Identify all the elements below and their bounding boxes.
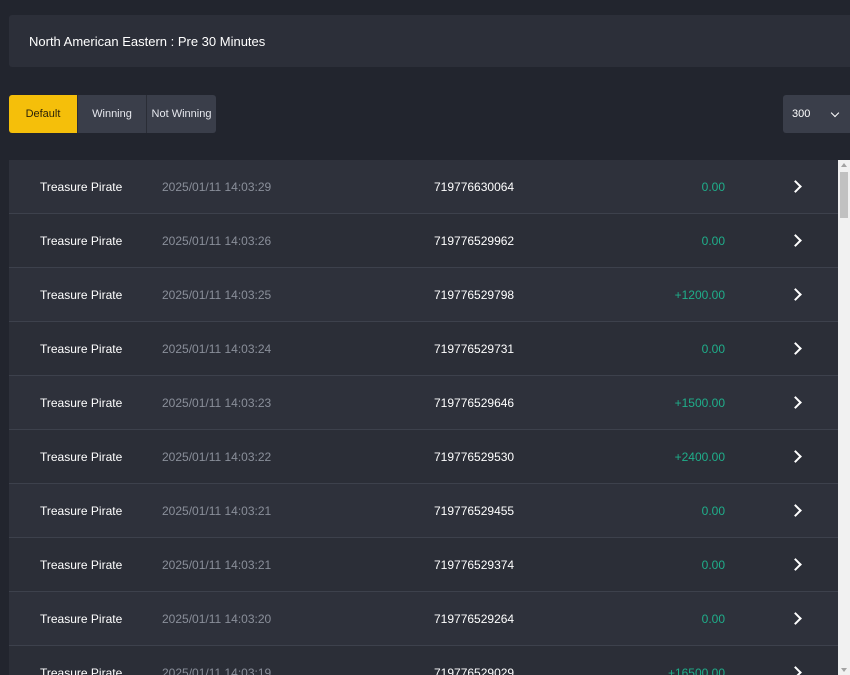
table-row[interactable]: Treasure Pirate 2025/01/11 14:03:19 7197… bbox=[9, 646, 838, 675]
win-amount: 0.00 bbox=[701, 557, 725, 572]
timestamp: 2025/01/11 14:03:24 bbox=[162, 341, 272, 356]
win-amount: +1200.00 bbox=[674, 287, 725, 302]
table-row[interactable]: Treasure Pirate 2025/01/11 14:03:22 7197… bbox=[9, 430, 838, 484]
table-row[interactable]: Treasure Pirate 2025/01/11 14:03:20 7197… bbox=[9, 592, 838, 646]
win-amount: 0.00 bbox=[701, 611, 725, 626]
chevron-right-icon[interactable] bbox=[789, 234, 802, 247]
table-row[interactable]: Treasure Pirate 2025/01/11 14:03:21 7197… bbox=[9, 538, 838, 592]
win-amount: 0.00 bbox=[701, 179, 725, 194]
chevron-right-icon[interactable] bbox=[789, 288, 802, 301]
record-id: 719776529798 bbox=[434, 287, 515, 302]
record-id: 719776529374 bbox=[434, 557, 515, 572]
record-id: 719776529962 bbox=[434, 233, 515, 248]
scroll-down-arrow-icon[interactable] bbox=[841, 668, 847, 672]
timestamp: 2025/01/11 14:03:29 bbox=[162, 179, 272, 194]
game-name: Treasure Pirate bbox=[40, 503, 123, 518]
filter-winning-button[interactable]: Winning bbox=[78, 95, 147, 133]
game-name: Treasure Pirate bbox=[40, 287, 123, 302]
records-table: Treasure Pirate 2025/01/11 14:03:29 7197… bbox=[9, 160, 838, 675]
timestamp: 2025/01/11 14:03:23 bbox=[162, 395, 272, 410]
record-id: 719776529646 bbox=[434, 395, 515, 410]
filter-default-button[interactable]: Default bbox=[9, 95, 78, 133]
page-size-value: 300 bbox=[792, 108, 811, 120]
win-amount: +1500.00 bbox=[674, 395, 725, 410]
game-name: Treasure Pirate bbox=[40, 665, 123, 675]
header-bar: North American Eastern : Pre 30 Minutes bbox=[9, 15, 850, 67]
scroll-up-arrow-icon[interactable] bbox=[841, 163, 847, 167]
chevron-right-icon[interactable] bbox=[789, 666, 802, 675]
scrollbar-thumb[interactable] bbox=[840, 172, 848, 218]
record-id: 719776529264 bbox=[434, 611, 515, 626]
win-amount: 0.00 bbox=[701, 233, 725, 248]
record-id: 719776630064 bbox=[434, 179, 515, 194]
record-id: 719776529530 bbox=[434, 449, 515, 464]
timestamp: 2025/01/11 14:03:22 bbox=[162, 449, 272, 464]
table-row[interactable]: Treasure Pirate 2025/01/11 14:03:23 7197… bbox=[9, 376, 838, 430]
chevron-right-icon[interactable] bbox=[789, 342, 802, 355]
page-title: North American Eastern : Pre 30 Minutes bbox=[29, 33, 266, 49]
timestamp: 2025/01/11 14:03:25 bbox=[162, 287, 272, 302]
win-amount: 0.00 bbox=[701, 503, 725, 518]
timestamp: 2025/01/11 14:03:21 bbox=[162, 557, 272, 572]
game-name: Treasure Pirate bbox=[40, 557, 123, 572]
filter-tabs: Default Winning Not Winning bbox=[9, 95, 216, 133]
game-name: Treasure Pirate bbox=[40, 395, 123, 410]
page-size-select[interactable]: 300 bbox=[783, 95, 850, 133]
game-name: Treasure Pirate bbox=[40, 233, 123, 248]
record-id: 719776529455 bbox=[434, 503, 515, 518]
chevron-right-icon[interactable] bbox=[789, 450, 802, 463]
game-name: Treasure Pirate bbox=[40, 449, 123, 464]
chevron-right-icon[interactable] bbox=[789, 504, 802, 517]
table-row[interactable]: Treasure Pirate 2025/01/11 14:03:25 7197… bbox=[9, 268, 838, 322]
win-amount: +16500.00 bbox=[667, 665, 725, 675]
page: North American Eastern : Pre 30 Minutes … bbox=[0, 0, 850, 675]
chevron-right-icon[interactable] bbox=[789, 558, 802, 571]
table-row[interactable]: Treasure Pirate 2025/01/11 14:03:26 7197… bbox=[9, 214, 838, 268]
table-row[interactable]: Treasure Pirate 2025/01/11 14:03:21 7197… bbox=[9, 484, 838, 538]
table-row[interactable]: Treasure Pirate 2025/01/11 14:03:29 7197… bbox=[9, 160, 838, 214]
timestamp: 2025/01/11 14:03:19 bbox=[162, 665, 272, 675]
chevron-right-icon[interactable] bbox=[789, 180, 802, 193]
game-name: Treasure Pirate bbox=[40, 611, 123, 626]
chevron-right-icon[interactable] bbox=[789, 396, 802, 409]
record-id: 719776529029 bbox=[434, 665, 515, 675]
chevron-down-icon bbox=[830, 108, 840, 117]
game-name: Treasure Pirate bbox=[40, 179, 123, 194]
filter-not-winning-button[interactable]: Not Winning bbox=[147, 95, 216, 133]
win-amount: 0.00 bbox=[701, 341, 725, 356]
timestamp: 2025/01/11 14:03:20 bbox=[162, 611, 272, 626]
timestamp: 2025/01/11 14:03:26 bbox=[162, 233, 272, 248]
record-id: 719776529731 bbox=[434, 341, 515, 356]
win-amount: +2400.00 bbox=[674, 449, 725, 464]
timestamp: 2025/01/11 14:03:21 bbox=[162, 503, 272, 518]
vertical-scrollbar[interactable] bbox=[838, 160, 850, 675]
chevron-right-icon[interactable] bbox=[789, 612, 802, 625]
table-row[interactable]: Treasure Pirate 2025/01/11 14:03:24 7197… bbox=[9, 322, 838, 376]
game-name: Treasure Pirate bbox=[40, 341, 123, 356]
